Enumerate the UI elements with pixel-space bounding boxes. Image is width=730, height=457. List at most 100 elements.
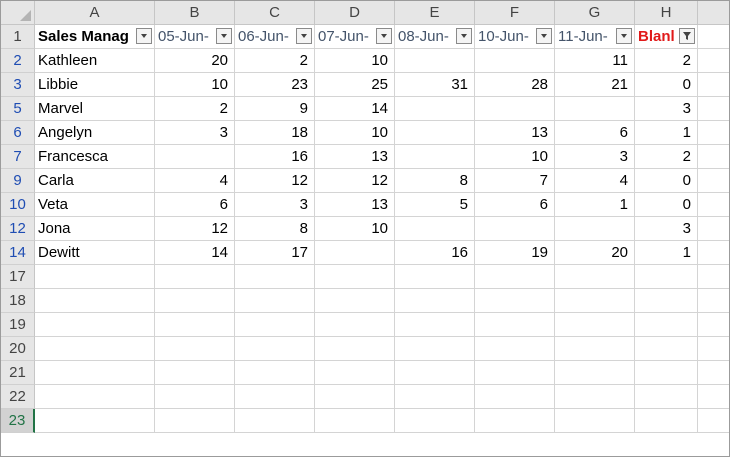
cell[interactable]: 21 bbox=[555, 73, 635, 97]
dropdown-arrow-icon[interactable] bbox=[536, 28, 552, 44]
cell[interactable]: 3 bbox=[235, 193, 315, 217]
cell[interactable] bbox=[475, 97, 555, 121]
cell[interactable] bbox=[698, 25, 729, 49]
cell[interactable] bbox=[475, 313, 555, 337]
cell[interactable] bbox=[635, 337, 698, 361]
cell[interactable] bbox=[698, 217, 729, 241]
cell[interactable] bbox=[475, 409, 555, 433]
row-header-21[interactable]: 21 bbox=[1, 361, 35, 385]
cell[interactable]: Marvel bbox=[35, 97, 155, 121]
cell[interactable] bbox=[698, 169, 729, 193]
cell[interactable] bbox=[698, 385, 729, 409]
cell[interactable]: 28 bbox=[475, 73, 555, 97]
row-header-5[interactable]: 5 bbox=[1, 97, 35, 121]
cell[interactable] bbox=[555, 361, 635, 385]
cell[interactable]: 13 bbox=[315, 145, 395, 169]
row-header-6[interactable]: 6 bbox=[1, 121, 35, 145]
cell[interactable]: 16 bbox=[395, 241, 475, 265]
cell[interactable]: 3 bbox=[155, 121, 235, 145]
row-header-20[interactable]: 20 bbox=[1, 337, 35, 361]
cell[interactable] bbox=[35, 337, 155, 361]
cell[interactable]: 20 bbox=[555, 241, 635, 265]
cell[interactable]: 20 bbox=[155, 49, 235, 73]
spreadsheet-grid[interactable]: A B C D E F G H 1 Sales Manag 05-Jun- 06-Jun- 07-Jun… bbox=[0, 0, 730, 457]
filter-funnel-icon[interactable] bbox=[679, 28, 695, 44]
cell[interactable] bbox=[155, 289, 235, 313]
cell[interactable] bbox=[315, 241, 395, 265]
cell[interactable] bbox=[155, 337, 235, 361]
cell[interactable] bbox=[395, 337, 475, 361]
cell[interactable] bbox=[35, 289, 155, 313]
cell[interactable]: 10 bbox=[315, 217, 395, 241]
cell[interactable]: 6 bbox=[155, 193, 235, 217]
cell[interactable]: 31 bbox=[395, 73, 475, 97]
row-header-17[interactable]: 17 bbox=[1, 265, 35, 289]
cell[interactable]: 5 bbox=[395, 193, 475, 217]
filter-header-g[interactable]: 11-Jun- bbox=[555, 25, 635, 49]
cell[interactable] bbox=[155, 145, 235, 169]
cell[interactable] bbox=[395, 97, 475, 121]
row-header-2[interactable]: 2 bbox=[1, 49, 35, 73]
filter-header-d[interactable]: 07-Jun- bbox=[315, 25, 395, 49]
cell[interactable] bbox=[475, 361, 555, 385]
cell[interactable]: 3 bbox=[635, 97, 698, 121]
cell[interactable] bbox=[155, 313, 235, 337]
row-header-14[interactable]: 14 bbox=[1, 241, 35, 265]
row-header-1[interactable]: 1 bbox=[1, 25, 35, 49]
column-header-f[interactable]: F bbox=[475, 1, 555, 25]
filter-header-f[interactable]: 10-Jun- bbox=[475, 25, 555, 49]
cell[interactable] bbox=[395, 265, 475, 289]
cell[interactable]: Carla bbox=[35, 169, 155, 193]
cell[interactable] bbox=[555, 289, 635, 313]
dropdown-arrow-icon[interactable] bbox=[616, 28, 632, 44]
column-header-c[interactable]: C bbox=[235, 1, 315, 25]
cell[interactable] bbox=[395, 289, 475, 313]
dropdown-arrow-icon[interactable] bbox=[296, 28, 312, 44]
cell[interactable]: 1 bbox=[635, 241, 698, 265]
cell[interactable] bbox=[555, 265, 635, 289]
cell[interactable] bbox=[555, 217, 635, 241]
cell[interactable]: 18 bbox=[235, 121, 315, 145]
cell[interactable] bbox=[35, 361, 155, 385]
cell[interactable] bbox=[395, 313, 475, 337]
cell[interactable] bbox=[315, 337, 395, 361]
cell[interactable] bbox=[635, 313, 698, 337]
cell[interactable] bbox=[698, 145, 729, 169]
cell[interactable]: 11 bbox=[555, 49, 635, 73]
cell[interactable] bbox=[635, 265, 698, 289]
cell[interactable]: 2 bbox=[635, 145, 698, 169]
cell[interactable] bbox=[235, 313, 315, 337]
cell[interactable]: Angelyn bbox=[35, 121, 155, 145]
cell[interactable]: 0 bbox=[635, 169, 698, 193]
row-header-18[interactable]: 18 bbox=[1, 289, 35, 313]
cell[interactable] bbox=[235, 385, 315, 409]
row-header-3[interactable]: 3 bbox=[1, 73, 35, 97]
cell[interactable] bbox=[475, 49, 555, 73]
cell[interactable] bbox=[475, 385, 555, 409]
filter-header-a[interactable]: Sales Manag bbox=[35, 25, 155, 49]
row-header-19[interactable]: 19 bbox=[1, 313, 35, 337]
cell[interactable] bbox=[698, 289, 729, 313]
cell[interactable] bbox=[395, 385, 475, 409]
cell[interactable] bbox=[315, 265, 395, 289]
filter-header-h[interactable]: Blanl bbox=[635, 25, 698, 49]
cell[interactable] bbox=[35, 265, 155, 289]
dropdown-arrow-icon[interactable] bbox=[456, 28, 472, 44]
cell[interactable]: 4 bbox=[555, 169, 635, 193]
cell[interactable]: 10 bbox=[475, 145, 555, 169]
cell[interactable]: 0 bbox=[635, 193, 698, 217]
cell[interactable] bbox=[475, 265, 555, 289]
cell[interactable] bbox=[635, 385, 698, 409]
cell[interactable]: 23 bbox=[235, 73, 315, 97]
cell[interactable]: 10 bbox=[315, 121, 395, 145]
row-header-23[interactable]: 23 bbox=[1, 409, 35, 433]
row-header-7[interactable]: 7 bbox=[1, 145, 35, 169]
cell[interactable] bbox=[395, 361, 475, 385]
cell[interactable]: 3 bbox=[555, 145, 635, 169]
cell[interactable] bbox=[155, 409, 235, 433]
cell[interactable] bbox=[555, 385, 635, 409]
cell[interactable] bbox=[315, 313, 395, 337]
cell[interactable]: 10 bbox=[315, 49, 395, 73]
cell[interactable] bbox=[35, 409, 155, 433]
cell[interactable]: 13 bbox=[475, 121, 555, 145]
